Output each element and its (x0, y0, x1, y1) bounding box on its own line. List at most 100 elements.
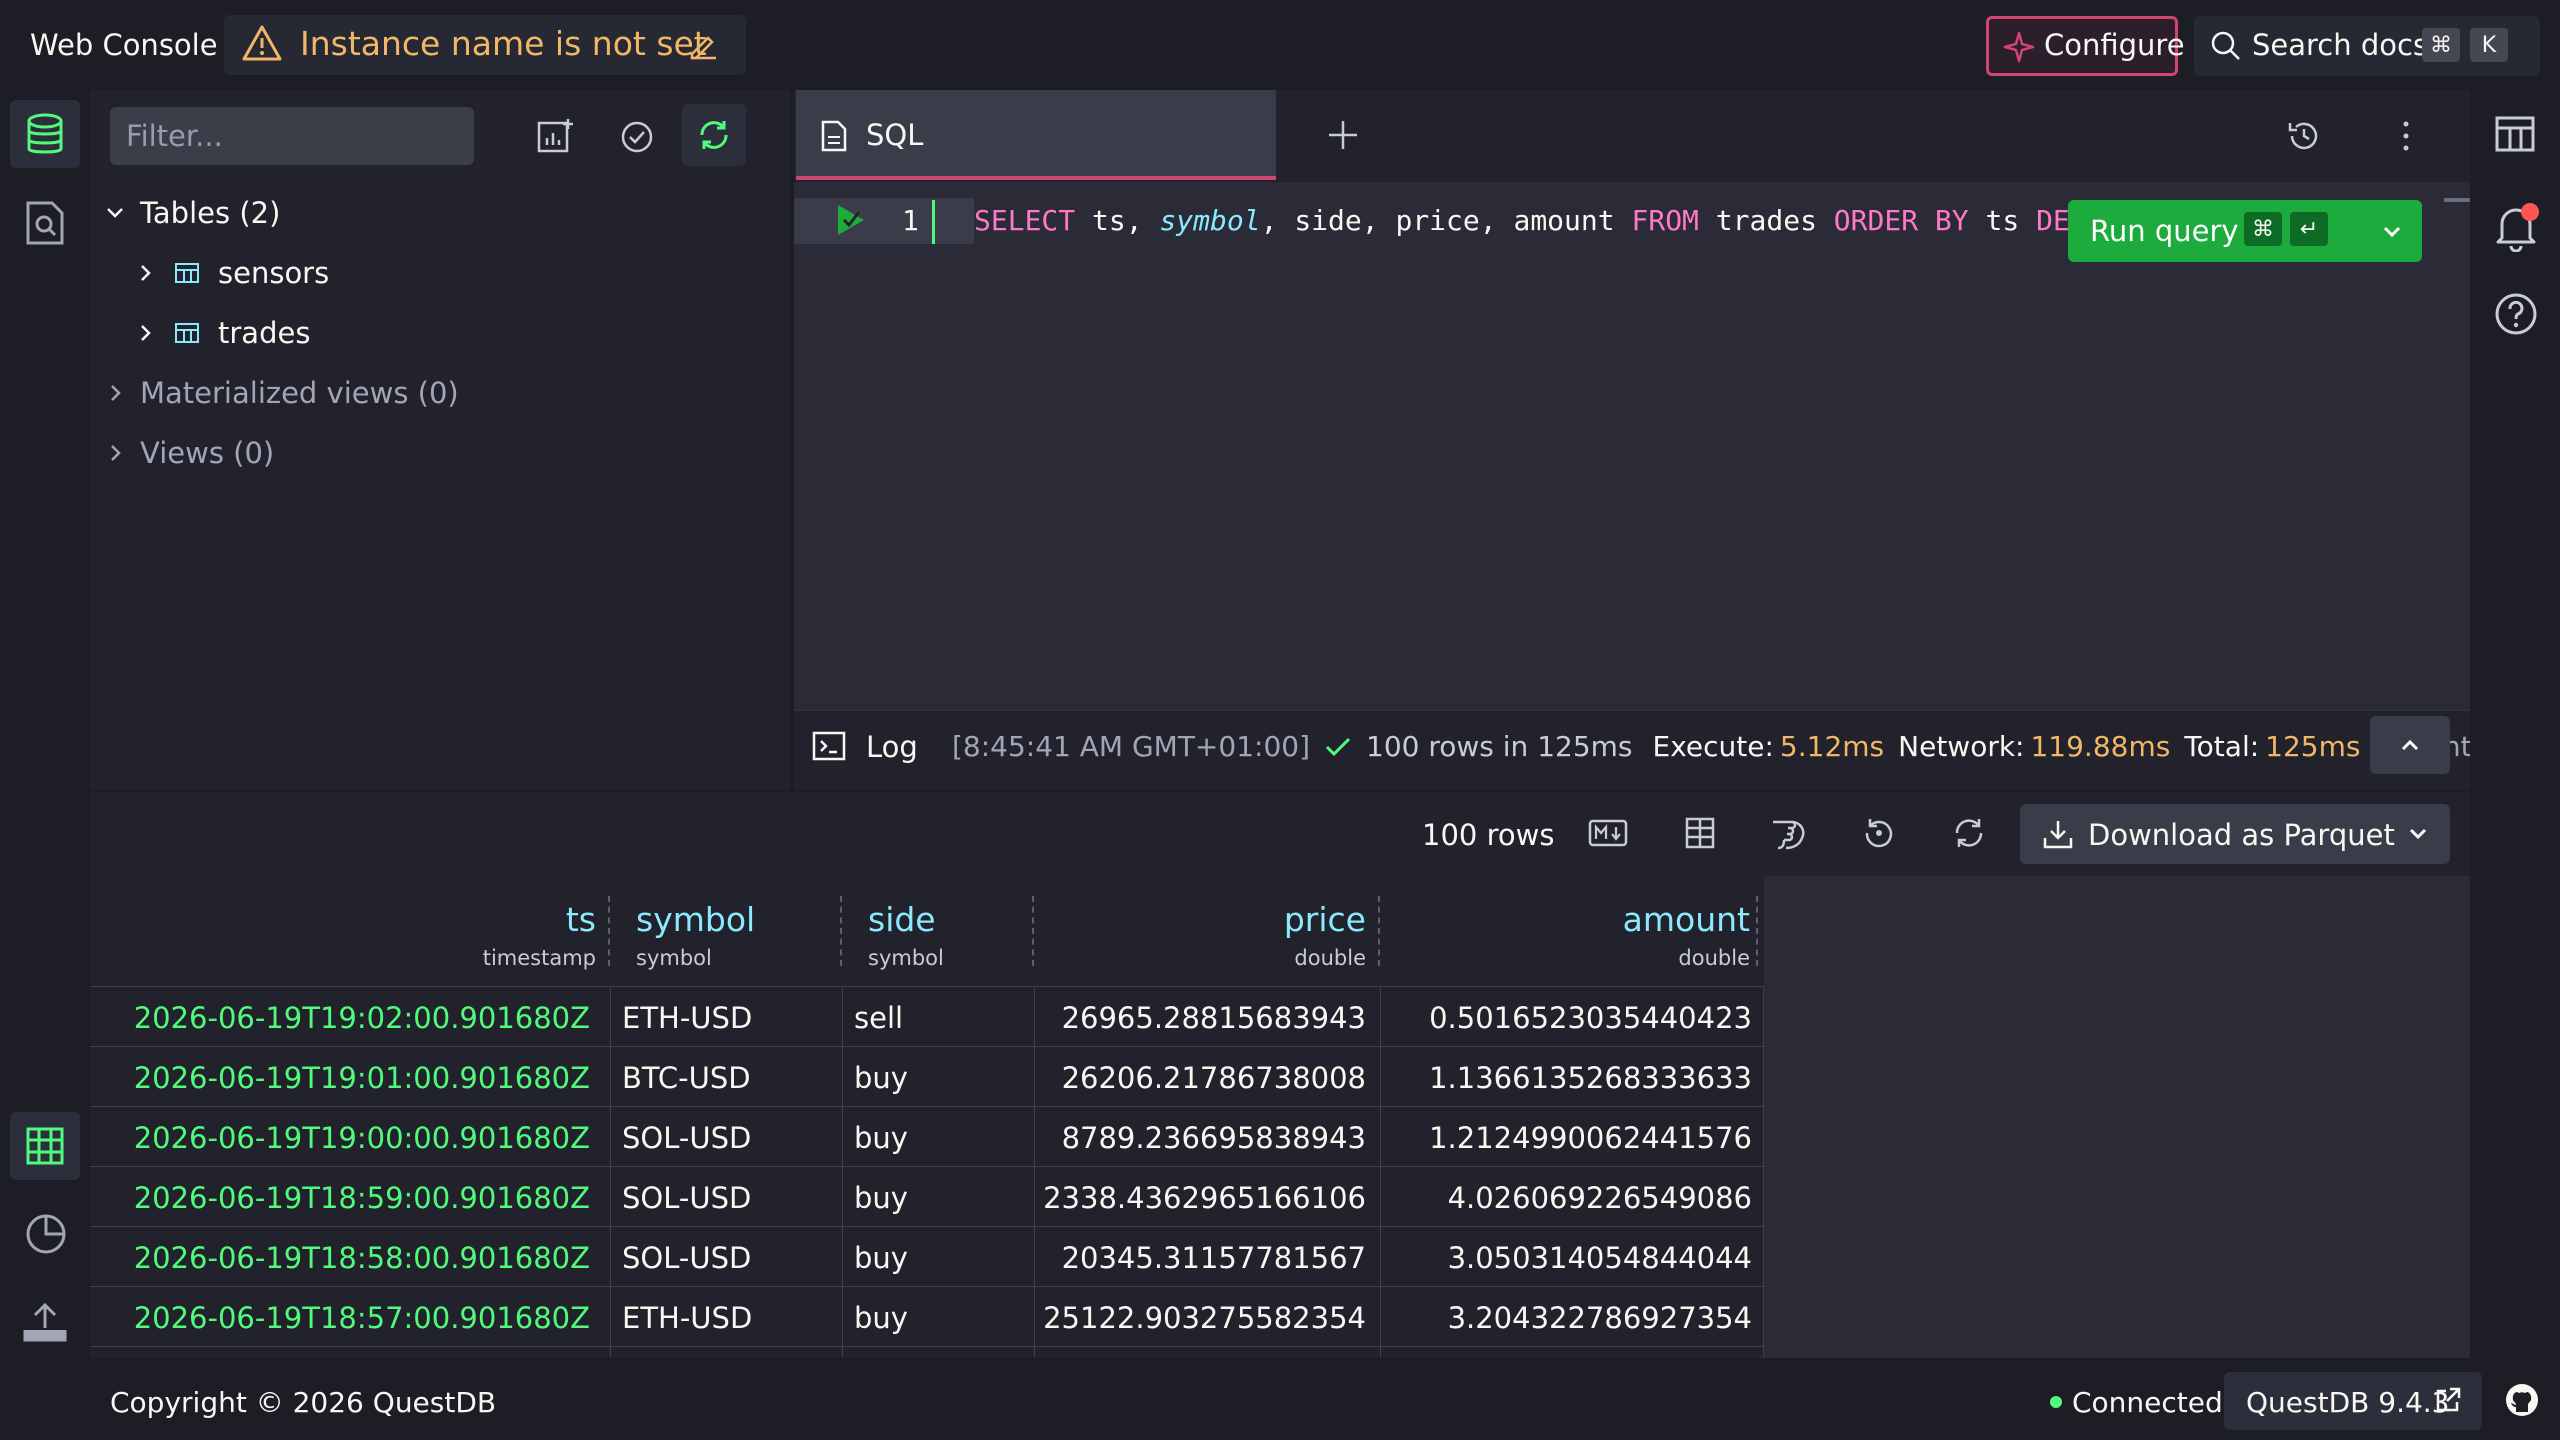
cell-side: buy (854, 1241, 908, 1275)
cell-price: 20345.31157781567 (1061, 1241, 1366, 1275)
tree-tables[interactable]: Tables (2) (104, 196, 280, 230)
cell-price: 2338.4362965166106 (1043, 1181, 1366, 1215)
cell-price: 25122.903275582354 (1043, 1301, 1366, 1335)
cmd-key: ⌘ (2244, 212, 2282, 246)
expand-log-button[interactable] (2370, 716, 2450, 774)
github-icon[interactable] (2504, 1382, 2540, 1418)
nav-grid-button[interactable] (10, 1112, 80, 1180)
add-tab-icon[interactable] (1326, 118, 1360, 152)
refresh-schema-button[interactable] (682, 104, 746, 166)
column-type: symbol (636, 946, 712, 970)
pie-chart-icon[interactable] (24, 1212, 68, 1256)
notification-bell-icon[interactable] (2492, 200, 2540, 252)
table-row[interactable]: 2026-06-19T19:02:00.901680Z ETH-USD sell… (90, 986, 1764, 1046)
tree-materialized-views[interactable]: Materialized views (0) (104, 376, 459, 410)
table-row[interactable]: 2026-06-19T18:58:00.901680Z SOL-USD buy … (90, 1226, 1764, 1286)
upload-icon[interactable] (22, 1302, 68, 1344)
connection-status: Connected (2072, 1386, 2223, 1419)
cell-amount: 1.2124990062441576 (1429, 1121, 1752, 1155)
check-circle-icon[interactable] (620, 120, 654, 154)
refresh-results-icon[interactable] (1952, 816, 1986, 850)
sql-query-line[interactable]: SELECT ts, symbol, side, price, amount F… (974, 204, 2070, 237)
chevron-right-icon (141, 265, 151, 281)
cell-amount: 3.050314054844044 (1447, 1241, 1752, 1275)
column-name: price (1283, 900, 1366, 939)
column-header-amount[interactable]: amount double (1380, 876, 1764, 986)
cell-side: buy (854, 1301, 908, 1335)
markdown-icon[interactable] (1588, 818, 1628, 848)
tree-table-trades[interactable]: trades (134, 316, 310, 350)
column-header-price[interactable]: price double (1034, 876, 1380, 986)
chevron-down-icon (107, 208, 123, 218)
sql-editor[interactable] (794, 90, 2470, 790)
tree-views[interactable]: Views (0) (104, 436, 274, 470)
edit-pencil-icon[interactable] (688, 30, 718, 60)
cell-ts: 2026-06-19T19:01:00.901680Z (133, 1061, 590, 1095)
sql-text: ts (1968, 204, 2037, 237)
cell-ts: 2026-06-19T19:02:00.901680Z (133, 1001, 590, 1035)
sql-text: , side, price, amount (1260, 204, 1632, 237)
column-resize-handle[interactable] (1756, 896, 1758, 966)
log-time: [8:45:41 AM GMT+01:00] (952, 730, 1311, 763)
help-icon[interactable] (2494, 292, 2538, 336)
chevron-up-icon (2398, 733, 2422, 757)
column-type: symbol (868, 946, 944, 970)
download-icon (2042, 818, 2074, 850)
run-line-icon[interactable] (834, 202, 868, 238)
cell-side: buy (854, 1181, 908, 1215)
k-key: K (2470, 28, 2508, 62)
cell-side: sell (854, 1001, 904, 1035)
cell-symbol: SOL-USD (622, 1121, 752, 1155)
cell-symbol: ETH-USD (622, 1001, 753, 1035)
download-options-chevron-icon[interactable] (2406, 822, 2430, 846)
column-name: side (868, 900, 936, 939)
pointer-hand-icon[interactable] (1770, 816, 1810, 852)
history-icon[interactable] (2286, 118, 2322, 154)
results-grid[interactable]: ts timestamp symbol symbol side symbol p… (90, 876, 1764, 1358)
editor-scrollbar[interactable] (2444, 198, 2470, 202)
table-row[interactable]: 2026-06-19T19:01:00.901680Z BTC-USD buy … (90, 1046, 1764, 1106)
row-count: 100 rows (1422, 818, 1555, 852)
line-marker (932, 200, 935, 244)
table-row[interactable]: 2026-06-19T18:57:00.901680Z ETH-USD buy … (90, 1286, 1764, 1346)
chevron-right-icon (141, 325, 151, 341)
reset-icon[interactable] (1862, 816, 1896, 850)
cmd-key: ⌘ (2422, 28, 2460, 62)
terminal-icon (812, 730, 846, 762)
external-link-icon (2434, 1386, 2462, 1414)
refresh-icon (697, 118, 731, 152)
enter-key: ↵ (2290, 212, 2328, 246)
column-header-ts[interactable]: ts timestamp (90, 876, 610, 986)
sql-keyword: FROM (1631, 204, 1699, 237)
run-query-label: Run query (2090, 214, 2239, 248)
table-name: trades (218, 316, 311, 350)
table-row[interactable] (90, 1346, 1764, 1358)
column-header-symbol[interactable]: symbol symbol (610, 876, 842, 986)
search-shortcut: ⌘ K (2422, 28, 2508, 62)
copyright-text: Copyright © 2026 QuestDB (110, 1386, 497, 1419)
column-type: double (1294, 946, 1366, 970)
column-header-side[interactable]: side symbol (842, 876, 1036, 986)
right-rail (2470, 90, 2560, 1362)
column-name: amount (1622, 900, 1750, 939)
run-options-chevron-icon[interactable] (2380, 220, 2404, 244)
table-layout-icon[interactable] (2494, 114, 2536, 154)
nav-schema-button[interactable] (10, 100, 80, 168)
search-document-icon[interactable] (24, 200, 66, 246)
add-chart-icon[interactable] (536, 118, 574, 154)
more-options-icon[interactable] (2398, 118, 2414, 154)
cell-side: buy (854, 1061, 908, 1095)
database-icon (25, 113, 65, 157)
status-dot (2050, 1396, 2062, 1408)
download-label: Download as Parquet (2088, 818, 2395, 852)
tree-table-sensors[interactable]: sensors (134, 256, 329, 290)
schema-filter-input[interactable] (110, 107, 474, 165)
cell-ts: 2026-06-19T19:00:00.901680Z (133, 1121, 590, 1155)
table-row[interactable]: 2026-06-19T19:00:00.901680Z SOL-USD buy … (90, 1106, 1764, 1166)
file-icon (820, 120, 848, 152)
version-label: QuestDB 9.4.3 (2246, 1386, 2450, 1419)
log-label[interactable]: Log (866, 730, 918, 764)
column-name: ts (565, 900, 596, 939)
table-row[interactable]: 2026-06-19T18:59:00.901680Z SOL-USD buy … (90, 1166, 1764, 1226)
columns-layout-icon[interactable] (1684, 816, 1716, 850)
